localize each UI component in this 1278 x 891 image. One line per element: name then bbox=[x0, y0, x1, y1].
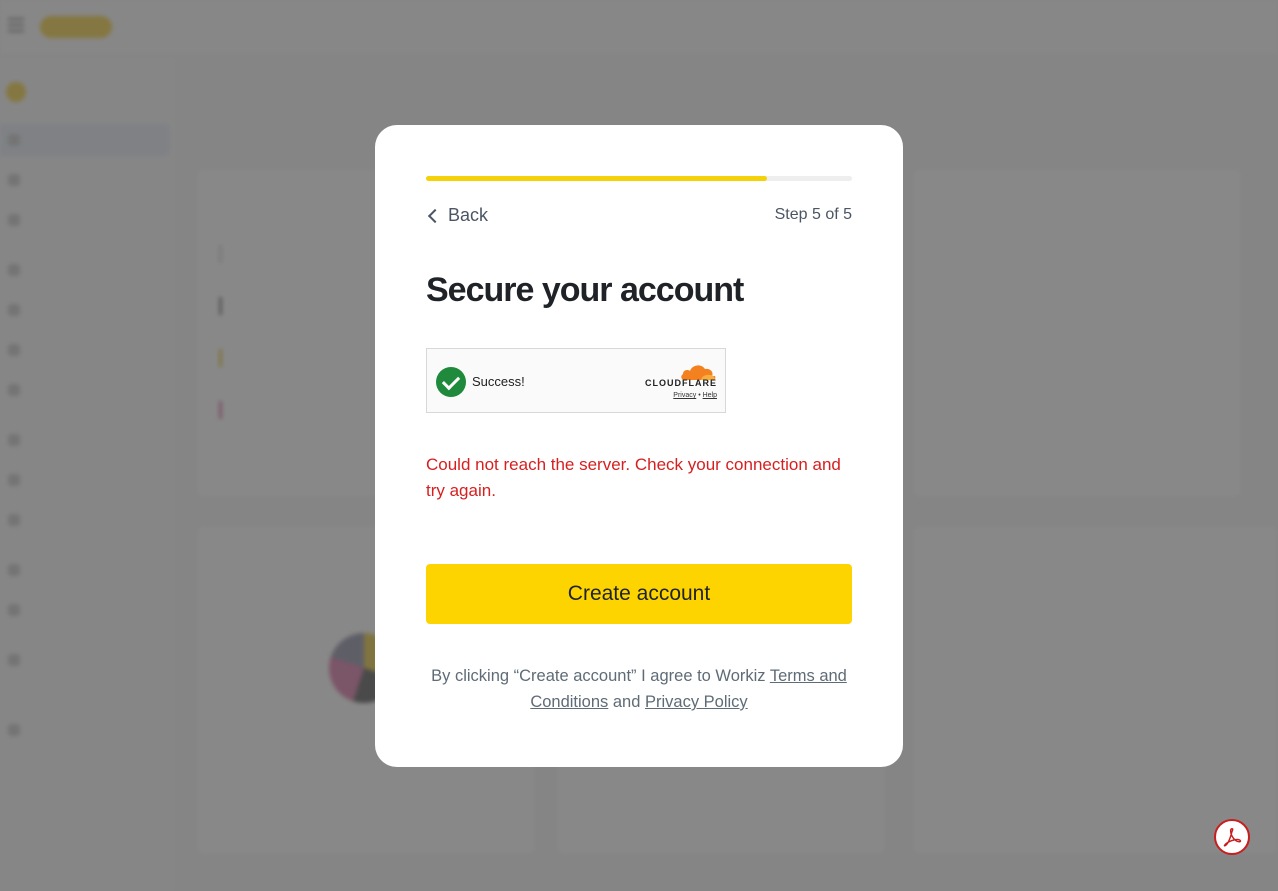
modal-title: Secure your account bbox=[426, 271, 744, 309]
captcha-privacy-link[interactable]: Privacy bbox=[673, 392, 696, 399]
cloudflare-captcha-widget[interactable]: Success! CLOUDFLARE Privacy • Help bbox=[426, 348, 726, 413]
back-label: Back bbox=[448, 205, 489, 225]
check-circle-icon bbox=[436, 367, 466, 397]
adobe-pdf-icon[interactable] bbox=[1214, 819, 1250, 855]
cloudflare-wordmark: CLOUDFLARE bbox=[645, 378, 717, 388]
error-message: Could not reach the server. Check your c… bbox=[426, 455, 841, 500]
chevron-left-icon bbox=[427, 208, 443, 223]
legal-middle: and bbox=[608, 693, 645, 711]
captcha-links: Privacy • Help bbox=[673, 392, 717, 399]
step-indicator: Step 5 of 5 bbox=[774, 206, 852, 223]
pdf-glyph bbox=[1223, 828, 1242, 847]
legal-prefix: By clicking “Create account” I agree to … bbox=[431, 667, 770, 685]
progress-bar bbox=[426, 176, 852, 181]
back-button[interactable]: Back bbox=[426, 205, 488, 226]
privacy-policy-link[interactable]: Privacy Policy bbox=[645, 693, 748, 711]
captcha-help-link[interactable]: Help bbox=[703, 392, 717, 399]
signup-modal: Back Step 5 of 5 Secure your account Suc… bbox=[375, 125, 903, 767]
progress-fill bbox=[426, 176, 767, 181]
captcha-status: Success! bbox=[472, 374, 525, 389]
legal-notice: By clicking “Create account” I agree to … bbox=[426, 663, 852, 715]
captcha-link-separator: • bbox=[698, 392, 701, 399]
create-account-button[interactable]: Create account bbox=[426, 564, 852, 624]
